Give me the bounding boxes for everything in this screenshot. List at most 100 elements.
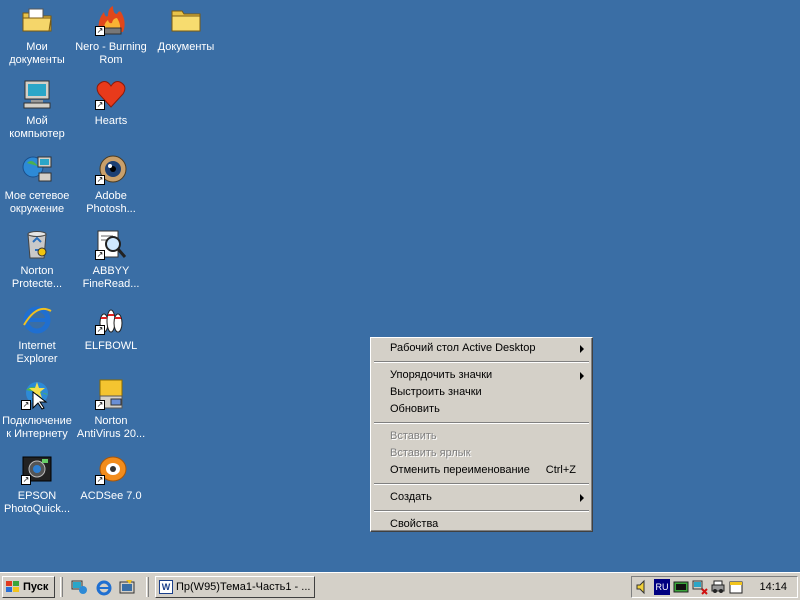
desktop-icon-label: EPSON PhotoQuick... [3,490,71,515]
shortcut-arrow-icon: ↗ [95,250,105,260]
desktop-icon-label: Документы [157,41,215,53]
menu-item-line-up-icons[interactable]: Выстроить значки [373,384,590,401]
taskbar: Пуск W Пр(W95)Тема1-Часть1 - ... RU 14:1… [0,572,800,600]
desktop-icon-internet-connect[interactable]: ↗ Подключение к Интернету [0,378,74,441]
shortcut-arrow-icon: ↗ [95,100,105,110]
shortcut-arrow-icon: ↗ [95,175,105,185]
system-tray: RU 14:14 [631,576,798,598]
menu-item-label: Свойства [390,518,439,530]
display-settings-icon[interactable] [673,579,689,595]
nero-flame-icon: ↗ [95,4,127,36]
start-button[interactable]: Пуск [2,576,55,598]
desktop-icon-label: Подключение к Интернету [2,415,72,440]
desktop-icon-network[interactable]: Мое сетевое окружение [0,153,74,216]
desktop-icon-elfbowl[interactable]: ↗ ELFBOWL [74,303,148,353]
menu-separator [374,483,589,485]
desktop-icon-hearts[interactable]: ↗ Hearts [74,78,148,128]
shortcut-arrow-icon: ↗ [95,26,105,36]
connection-wizard-icon: ↗ [21,378,53,410]
menu-item-arrange-icons[interactable]: Упорядочить значки [373,367,590,384]
menu-item-active-desktop[interactable]: Рабочий стол Active Desktop [373,340,590,357]
menu-item-label: Выстроить значки [390,386,482,398]
desktop-icon-norton-antivirus[interactable]: ↗ Norton AntiVirus 20... [74,378,148,441]
submenu-arrow-icon [580,345,584,353]
recycle-bin-icon [21,228,53,260]
menu-item-refresh[interactable]: Обновить [373,401,590,418]
menu-separator [374,510,589,512]
desktop-icon-label: ELFBOWL [84,340,138,352]
heart-icon: ↗ [95,78,127,110]
menu-item-label: Обновить [390,403,440,415]
menu-item-undo-rename[interactable]: Отменить переименование Ctrl+Z [373,462,590,479]
taskbar-window-button[interactable]: W Пр(W95)Тема1-Часть1 - ... [155,576,315,598]
desktop-icon-nero[interactable]: ↗ Nero - Burning Rom [74,4,148,67]
volume-icon[interactable] [635,579,651,595]
menu-item-label: Вставить [390,430,437,442]
menu-item-paste-shortcut: Вставить ярлык [373,445,590,462]
magnifier-document-icon: ↗ [95,228,127,260]
desktop-icon-label: ACDSee 7.0 [80,490,142,502]
norton-antivirus-icon: ↗ [95,378,127,410]
clock[interactable]: 14:14 [759,577,787,597]
word-document-icon: W [159,580,173,594]
language-indicator[interactable]: RU [654,579,670,595]
bowling-pins-icon: ↗ [95,303,127,335]
desktop-icon-label: Nero - Burning Rom [75,41,147,66]
toolbar-grip[interactable] [146,577,149,597]
desktop-icon-label: Мои документы [9,41,65,66]
shortcut-arrow-icon: ↗ [95,400,105,410]
menu-item-properties[interactable]: Свойства [373,516,590,533]
menu-item-label: Отменить переименование [390,464,530,476]
desktop-icon-label: Hearts [94,115,128,127]
menu-separator [374,361,589,363]
shortcut-arrow-icon: ↗ [21,475,31,485]
my-computer-icon [21,78,53,110]
internet-explorer-quicklaunch-icon[interactable] [95,578,113,596]
camera-icon: ↗ [21,453,53,485]
submenu-arrow-icon [580,372,584,380]
shortcut-arrow-icon: ↗ [95,325,105,335]
desktop-icon-label: Norton AntiVirus 20... [76,415,146,440]
menu-item-accelerator: Ctrl+Z [545,464,576,476]
toolbar-grip[interactable] [60,577,63,597]
desktop-icon-internet-explorer[interactable]: Internet Explorer [0,303,74,366]
shortcut-arrow-icon: ↗ [21,400,31,410]
start-button-label: Пуск [23,581,49,593]
desktop-icon-acdsee[interactable]: ↗ ACDSee 7.0 [74,453,148,503]
internet-explorer-icon [21,303,53,335]
show-desktop-icon[interactable] [118,578,136,596]
windows-logo-icon [6,581,19,592]
desktop-icon-epson[interactable]: ↗ EPSON PhotoQuick... [0,453,74,516]
desktop-icon-label: ABBYY FineRead... [82,265,140,290]
network-quicklaunch-icon[interactable] [70,578,88,596]
desktop-icon-my-documents[interactable]: Мои документы [0,4,74,67]
desktop-context-menu: Рабочий стол Active Desktop Упорядочить … [370,337,593,532]
menu-separator [374,422,589,424]
menu-item-new[interactable]: Создать [373,489,590,506]
network-icon [21,153,53,185]
desktop-icon-label: Adobe Photosh... [86,190,136,215]
desktop-icon-photoshop[interactable]: ↗ Adobe Photosh... [74,153,148,216]
folder-icon [170,4,202,36]
network-disconnected-icon[interactable] [692,579,708,595]
desktop-icon-norton-protected[interactable]: Norton Protecte... [0,228,74,291]
acdsee-icon: ↗ [95,453,127,485]
shortcut-arrow-icon: ↗ [95,475,105,485]
scheduler-icon[interactable] [728,579,744,595]
submenu-arrow-icon [580,494,584,502]
menu-item-paste: Вставить [373,428,590,445]
menu-item-label: Рабочий стол Active Desktop [390,342,536,354]
desktop-icon-label: Internet Explorer [16,340,58,365]
desktop-icon-abbyy[interactable]: ↗ ABBYY FineRead... [74,228,148,291]
desktop-icon-documents-folder[interactable]: Документы [149,4,223,54]
menu-item-label: Упорядочить значки [390,369,493,381]
photoshop-eye-icon: ↗ [95,153,127,185]
desktop-icon-my-computer[interactable]: Мой компьютер [0,78,74,141]
menu-item-label: Вставить ярлык [390,447,471,459]
taskbar-window-title: Пр(W95)Тема1-Часть1 - ... [176,581,311,593]
desktop-icon-label: Мое сетевое окружение [4,190,70,215]
desktop-icon-label: Norton Protecte... [11,265,63,290]
printer-icon[interactable] [710,579,726,595]
my-documents-icon [21,4,53,36]
menu-item-label: Создать [390,491,432,503]
